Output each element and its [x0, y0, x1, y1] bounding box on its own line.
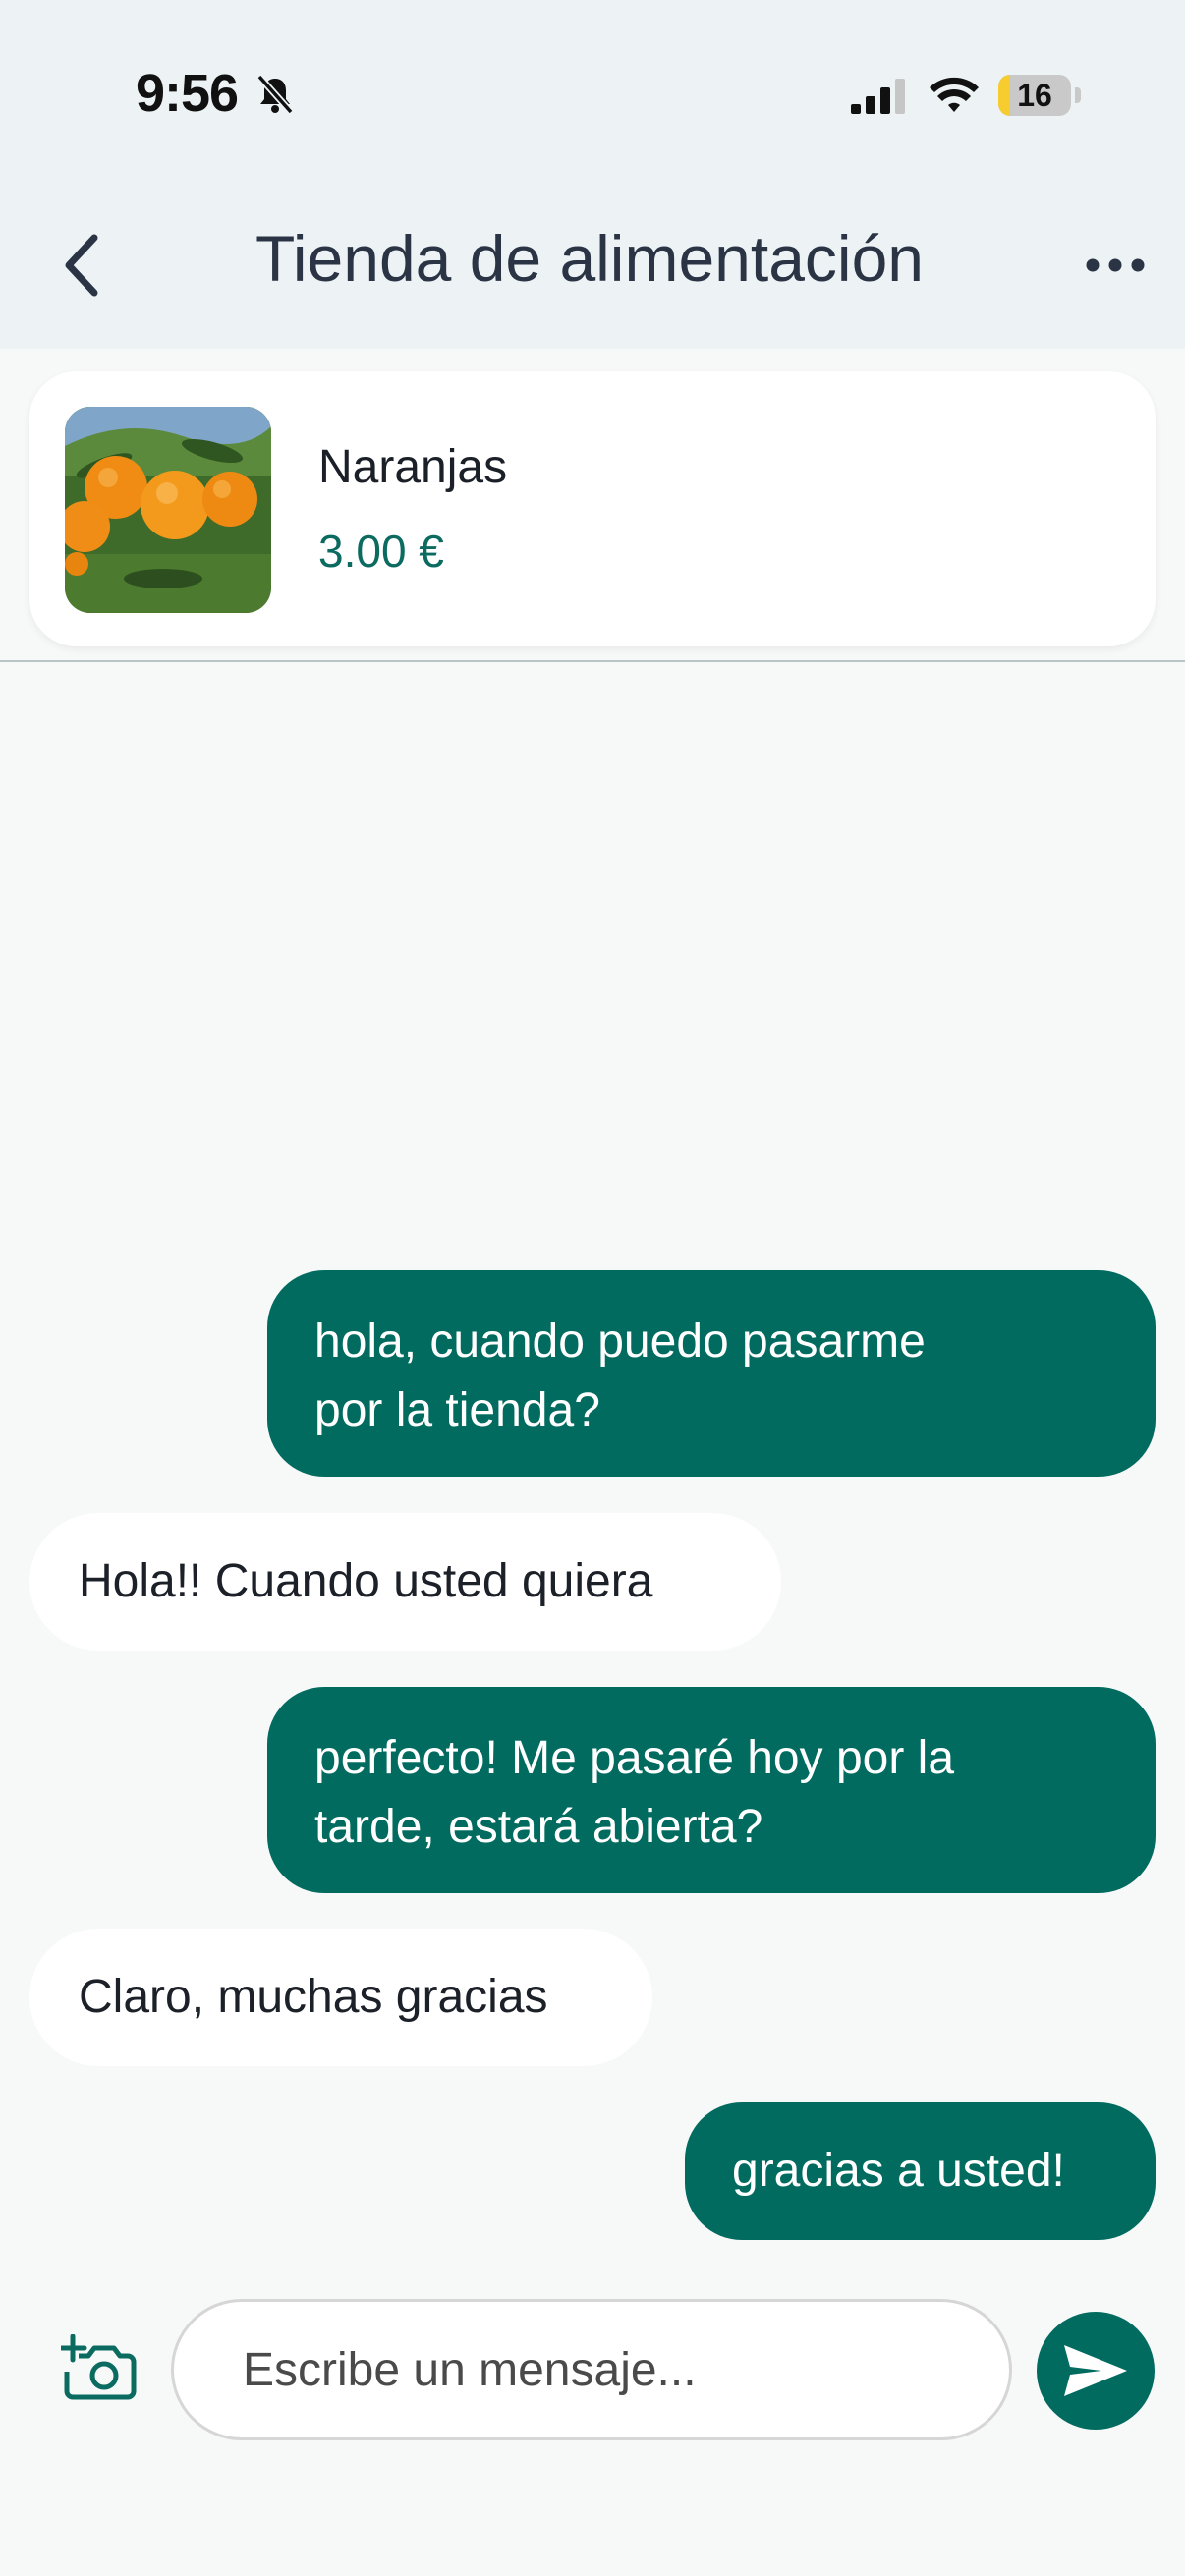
product-image [65, 407, 271, 613]
send-button[interactable] [1037, 2312, 1155, 2430]
message-input[interactable] [171, 2299, 1012, 2440]
message-received: Hola!! Cuando usted quiera [29, 1513, 781, 1651]
message-text: Claro, muchas gracias [79, 1971, 548, 2023]
battery-indicator: 16 [998, 75, 1071, 116]
header-area: 9:56 16 Tienda de alimentación [0, 0, 1185, 349]
message-sent: hola, cuando puedo pasarme por la tienda… [267, 1270, 1156, 1477]
message-sent: perfecto! Me pasaré hoy por la tarde, es… [267, 1687, 1156, 1893]
product-name: Naranjas [318, 441, 508, 493]
bell-slash-icon [256, 74, 294, 115]
message-sent: gracias a usted! [685, 2102, 1156, 2240]
camera-plus-icon[interactable] [61, 2334, 140, 2403]
product-price: 3.00 € [318, 526, 444, 577]
message-line: por la tienda? [314, 1384, 600, 1436]
status-time: 9:56 [136, 64, 239, 123]
message-text: Hola!! Cuando usted quiera [79, 1555, 653, 1607]
message-line: tarde, estará abierta? [314, 1801, 763, 1853]
message-text: gracias a usted! [732, 2145, 1065, 2197]
page-title: Tienda de alimentación [255, 222, 924, 295]
message-line: perfecto! Me pasaré hoy por la [314, 1732, 955, 1784]
more-horizontal-icon[interactable] [1081, 244, 1150, 287]
message-received: Claro, muchas gracias [29, 1929, 652, 2066]
cellular-signal-icon [851, 79, 905, 114]
battery-level-text: 16 [1017, 78, 1052, 113]
wifi-icon [930, 77, 979, 112]
send-icon [1064, 2345, 1127, 2396]
product-card[interactable]: Naranjas 3.00 € [29, 371, 1156, 646]
chevron-left-icon[interactable] [57, 230, 108, 301]
header-divider [0, 660, 1185, 662]
battery-tip [1075, 87, 1081, 103]
message-line: hola, cuando puedo pasarme [314, 1316, 926, 1368]
